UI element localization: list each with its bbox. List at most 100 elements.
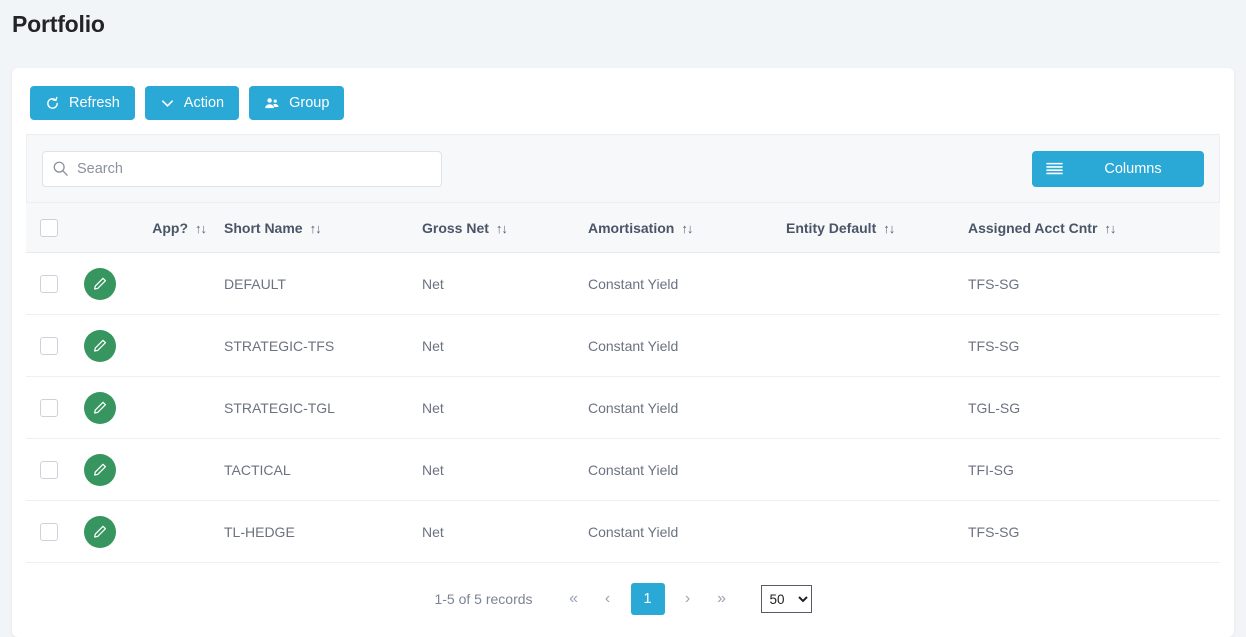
refresh-icon [45,96,60,111]
table-row[interactable]: TL-HEDGE Net Constant Yield TFS-SG [26,501,1220,563]
first-page-button[interactable]: « [557,584,591,614]
column-header-short-name-label: Short Name [224,220,303,236]
table-row[interactable]: STRATEGIC-TGL Net Constant Yield TGL-SG [26,377,1220,439]
cell-assigned-acct-cntr: TGL-SG [968,377,1220,439]
cell-gross-net: Net [422,315,588,377]
row-select-cell [26,439,74,501]
row-select-cell [26,315,74,377]
column-header-app[interactable]: App? ↑↓ [74,203,224,253]
row-checkbox[interactable] [40,523,58,541]
cell-amortisation: Constant Yield [588,315,786,377]
cell-amortisation: Constant Yield [588,501,786,563]
sort-icon-amortisation[interactable]: ↑↓ [681,221,692,236]
refresh-label: Refresh [69,95,120,111]
row-edit-cell [74,501,224,563]
cell-amortisation: Constant Yield [588,253,786,315]
select-all-checkbox[interactable] [40,219,58,237]
table-body: DEFAULT Net Constant Yield TFS-SG STRATE… [26,253,1220,563]
column-header-amortisation[interactable]: Amortisation ↑↓ [588,203,786,253]
cell-assigned-acct-cntr: TFS-SG [968,253,1220,315]
sort-icon-entity-default[interactable]: ↑↓ [883,221,894,236]
page-number-button-1[interactable]: 1 [631,583,665,615]
action-button[interactable]: Action [145,86,239,120]
cell-amortisation: Constant Yield [588,439,786,501]
row-select-cell [26,253,74,315]
column-header-gross-net[interactable]: Gross Net ↑↓ [422,203,588,253]
users-group-icon [264,96,280,111]
column-header-entity-default-label: Entity Default [786,220,876,236]
column-header-gross-net-label: Gross Net [422,220,489,236]
search-field-wrapper [42,151,442,187]
cell-short-name: DEFAULT [224,253,422,315]
table-row[interactable]: STRATEGIC-TFS Net Constant Yield TFS-SG [26,315,1220,377]
cell-short-name: STRATEGIC-TFS [224,315,422,377]
row-checkbox[interactable] [40,337,58,355]
edit-pencil-button[interactable] [84,268,116,300]
prev-page-button[interactable]: ‹ [591,584,625,614]
sort-icon-assigned-acct-cntr[interactable]: ↑↓ [1104,221,1115,236]
row-edit-cell [74,315,224,377]
edit-pencil-button[interactable] [84,392,116,424]
cell-assigned-acct-cntr: TFS-SG [968,315,1220,377]
table-header-row: App? ↑↓ Short Name ↑↓ Gross Net ↑↓ Amortisa… [26,203,1220,253]
columns-label: Columns [1076,161,1204,177]
cell-entity-default [786,501,968,563]
cell-short-name: TL-HEDGE [224,501,422,563]
cell-assigned-acct-cntr: TFI-SG [968,439,1220,501]
refresh-button[interactable]: Refresh [30,86,135,120]
row-checkbox[interactable] [40,275,58,293]
search-toolbar: Columns [26,134,1220,202]
row-edit-cell [74,377,224,439]
row-checkbox[interactable] [40,399,58,417]
row-edit-cell [74,439,224,501]
edit-pencil-button[interactable] [84,454,116,486]
table-row[interactable]: DEFAULT Net Constant Yield TFS-SG [26,253,1220,315]
column-header-assigned-acct-cntr[interactable]: Assigned Acct Cntr ↑↓ [968,203,1220,253]
portfolio-card: Refresh Action Group [12,68,1234,637]
action-label: Action [184,95,224,111]
page-title: Portfolio [0,0,1246,38]
record-count-label: 1-5 of 5 records [434,591,532,607]
column-header-app-label: App? [152,220,188,236]
row-checkbox[interactable] [40,461,58,479]
sort-icon-gross-net[interactable]: ↑↓ [496,221,507,236]
chevron-down-icon [160,96,175,111]
pagination: 1-5 of 5 records « ‹ 1 › » 102550100 [12,563,1234,637]
portfolio-table: App? ↑↓ Short Name ↑↓ Gross Net ↑↓ Amortisa… [26,202,1220,563]
cell-gross-net: Net [422,377,588,439]
cell-short-name: TACTICAL [224,439,422,501]
table-header: App? ↑↓ Short Name ↑↓ Gross Net ↑↓ Amortisa… [26,203,1220,253]
cell-amortisation: Constant Yield [588,377,786,439]
columns-button[interactable]: Columns [1032,151,1204,187]
page-size-select[interactable]: 102550100 [761,585,812,613]
next-page-button[interactable]: › [671,584,705,614]
column-header-short-name[interactable]: Short Name ↑↓ [224,203,422,253]
cell-entity-default [786,253,968,315]
cell-entity-default [786,315,968,377]
cell-assigned-acct-cntr: TFS-SG [968,501,1220,563]
edit-pencil-button[interactable] [84,330,116,362]
cell-short-name: STRATEGIC-TGL [224,377,422,439]
group-label: Group [289,95,329,111]
table-row[interactable]: TACTICAL Net Constant Yield TFI-SG [26,439,1220,501]
sort-icon-app[interactable]: ↑↓ [195,221,206,236]
cell-entity-default [786,377,968,439]
select-all-header [26,203,74,253]
search-input[interactable] [42,151,442,187]
cell-gross-net: Net [422,253,588,315]
toolbar: Refresh Action Group [12,68,1234,134]
row-select-cell [26,501,74,563]
sort-icon-short-name[interactable]: ↑↓ [310,221,321,236]
last-page-button[interactable]: » [705,584,739,614]
group-button[interactable]: Group [249,86,344,120]
column-header-assigned-acct-cntr-label: Assigned Acct Cntr [968,220,1097,236]
cell-gross-net: Net [422,439,588,501]
cell-entity-default [786,439,968,501]
row-select-cell [26,377,74,439]
column-header-entity-default[interactable]: Entity Default ↑↓ [786,203,968,253]
row-edit-cell [74,253,224,315]
cell-gross-net: Net [422,501,588,563]
edit-pencil-button[interactable] [84,516,116,548]
column-header-amortisation-label: Amortisation [588,220,674,236]
list-lines-icon [1032,161,1076,176]
